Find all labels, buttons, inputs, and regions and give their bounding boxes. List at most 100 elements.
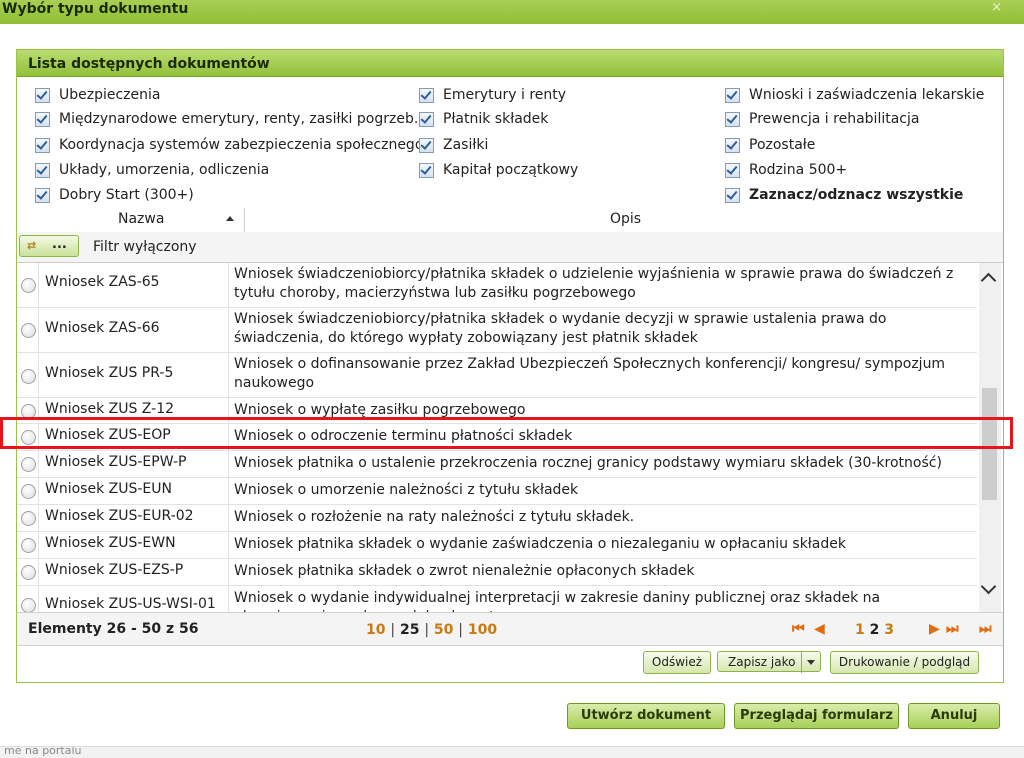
close-icon[interactable]: × <box>991 0 1002 15</box>
checkbox-checked-icon <box>419 111 434 127</box>
last-page-icon[interactable]: ⏭ <box>946 621 959 637</box>
table-column-headers: Nazwa Opis <box>38 208 998 233</box>
save-as-button[interactable]: Zapisz jako <box>717 651 821 673</box>
row-name: Wniosek ZUS-EZS-P <box>45 562 184 578</box>
row-name: Wniosek ZUS-EUN <box>45 481 172 497</box>
page-size-option[interactable]: 100 <box>468 622 497 638</box>
filter-ubezpieczenia[interactable]: Ubezpieczenia <box>35 87 161 103</box>
scroll-thumb[interactable] <box>982 388 997 500</box>
filter-label: Rodzina 500+ <box>749 162 848 178</box>
filter-prewencja[interactable]: Prewencja i rehabilitacja <box>725 111 919 127</box>
table-row[interactable]: Wniosek ZUS-EUR-02 Wniosek o rozłożenie … <box>17 505 977 532</box>
column-divider <box>244 208 245 232</box>
background-page-strip: me na portalu <box>0 746 1024 758</box>
pager-extra-icon[interactable]: ⏭ <box>979 621 992 637</box>
page-link[interactable]: 3 <box>884 622 894 638</box>
background-fragment: me na portalu <box>4 746 82 757</box>
row-desc: Wniosek płatnika o ustalenie przekroczen… <box>234 455 942 471</box>
checkbox-checked-icon <box>725 137 740 153</box>
table-vertical-scrollbar[interactable] <box>979 263 1001 612</box>
row-radio[interactable] <box>21 511 36 526</box>
refresh-button[interactable]: Odśwież <box>643 651 711 674</box>
print-preview-button[interactable]: Drukowanie / podgląd <box>830 651 979 674</box>
column-header-desc[interactable]: Opis <box>610 211 641 227</box>
row-radio[interactable] <box>21 430 36 445</box>
filter-emerytury[interactable]: Emerytury i renty <box>419 87 566 103</box>
row-radio[interactable] <box>21 598 36 612</box>
checkbox-checked-icon <box>725 162 740 178</box>
page-link[interactable]: 1 <box>855 622 865 638</box>
filter-label: Prewencja i rehabilitacja <box>749 111 920 127</box>
filter-label: Płatnik składek <box>443 111 549 127</box>
filter-button[interactable]: ⇄ ... <box>19 235 79 257</box>
scroll-up-icon[interactable] <box>980 272 997 289</box>
row-radio[interactable] <box>21 484 36 499</box>
row-name: Wniosek ZUS Z-12 <box>45 401 175 417</box>
filter-wnioski-lekarskie[interactable]: Wnioski i zaświadczenia lekarskie <box>725 87 984 103</box>
checkbox-checked-icon <box>35 137 50 153</box>
row-radio[interactable] <box>21 278 36 293</box>
row-name: Wniosek ZUS-US-WSI-01 <box>45 596 216 612</box>
row-name: Wniosek ZUS PR-5 <box>45 365 174 381</box>
save-as-label: Zapisz jako <box>728 655 796 669</box>
column-header-name[interactable]: Nazwa <box>118 211 164 227</box>
table-row[interactable]: Wniosek ZUS-EUN Wniosek o umorzenie nale… <box>17 478 977 505</box>
filter-kapital[interactable]: Kapitał początkowy <box>419 162 578 178</box>
document-table: Wniosek ZAS-65 Wniosek świadczeniobiorcy… <box>17 263 977 612</box>
row-radio[interactable] <box>21 457 36 472</box>
row-name: Wniosek ZUS-EUR-02 <box>45 508 194 524</box>
row-radio[interactable] <box>21 369 36 384</box>
prev-page-icon[interactable]: ◀ <box>814 621 825 637</box>
row-desc: Wniosek płatnika składek o wydanie zaświ… <box>234 536 846 552</box>
filter-zasilki[interactable]: Zasiłki <box>419 137 488 153</box>
table-row[interactable]: Wniosek ZUS-EZS-P Wniosek płatnika skład… <box>17 559 977 586</box>
filter-label: Wnioski i zaświadczenia lekarskie <box>749 87 985 103</box>
table-row[interactable]: Wniosek ZUS-EPW-P Wniosek płatnika o ust… <box>17 451 977 478</box>
chevron-down-icon[interactable] <box>801 652 820 673</box>
filter-platnik[interactable]: Płatnik składek <box>419 111 548 127</box>
table-row[interactable]: Wniosek ZUS-EWN Wniosek płatnika składek… <box>17 532 977 559</box>
filter-pozostale[interactable]: Pozostałe <box>725 137 815 153</box>
row-radio[interactable] <box>21 323 36 338</box>
filter-dobry-start[interactable]: Dobry Start (300+) <box>35 187 194 203</box>
row-desc: Wniosek płatnika składek o zwrot nienale… <box>234 563 695 579</box>
row-radio[interactable] <box>21 404 36 419</box>
row-name: Wniosek ZUS-EWN <box>45 535 176 551</box>
row-desc: Wniosek świadczeniobiorcy/płatnika skład… <box>234 266 954 301</box>
sort-ascending-icon <box>226 216 234 221</box>
table-row-selected-target[interactable]: Wniosek ZUS-EOP Wniosek o odroczenie ter… <box>17 424 977 451</box>
checkbox-checked-icon <box>419 162 434 178</box>
pager-footer: Elementy 26 - 50 z 56 10 | 25 | 50 | 100… <box>17 612 1003 646</box>
filter-miedzynarodowe[interactable]: Międzynarodowe emerytury, renty, zasiłki… <box>35 111 418 127</box>
filter-koordynacja[interactable]: Koordynacja systemów zabezpieczenia społ… <box>35 137 423 153</box>
filter-button-label: ... <box>52 237 67 252</box>
cancel-button[interactable]: Anuluj <box>908 703 1000 729</box>
browse-form-button[interactable]: Przeglądaj formularz <box>734 703 899 729</box>
table-row[interactable]: Wniosek ZAS-66 Wniosek świadczeniobiorcy… <box>17 308 977 353</box>
row-radio[interactable] <box>21 538 36 553</box>
table-row[interactable]: Wniosek ZUS Z-12 Wniosek o wypłatę zasił… <box>17 398 977 424</box>
table-row[interactable]: Wniosek ZAS-65 Wniosek świadczeniobiorcy… <box>17 263 977 308</box>
page-size-option[interactable]: 50 <box>434 622 453 638</box>
filter-bar: ⇄ ... Filtr wyłączony <box>17 232 1003 263</box>
row-name: Wniosek ZAS-65 <box>45 274 160 290</box>
page-size-option[interactable]: 10 <box>366 622 385 638</box>
create-document-button[interactable]: Utwórz dokument <box>567 703 725 729</box>
filter-uklady[interactable]: Układy, umorzenia, odliczenia <box>35 162 269 178</box>
table-row[interactable]: Wniosek ZUS PR-5 Wniosek o dofinansowani… <box>17 353 977 398</box>
filter-rodzina[interactable]: Rodzina 500+ <box>725 162 847 178</box>
filter-label: Układy, umorzenia, odliczenia <box>59 162 270 178</box>
page-size-selector: 10 | 25 | 50 | 100 <box>366 622 498 638</box>
row-radio[interactable] <box>21 565 36 580</box>
checkbox-checked-icon <box>725 87 740 103</box>
table-row[interactable]: Wniosek ZUS-US-WSI-01 Wniosek o wydanie … <box>17 586 977 612</box>
row-name: Wniosek ZUS-EPW-P <box>45 454 187 470</box>
checkbox-checked-icon <box>35 87 50 103</box>
next-page-icon[interactable]: ▶ <box>929 621 940 637</box>
filter-label: Ubezpieczenia <box>59 87 161 103</box>
first-page-icon[interactable]: ⏮ <box>792 621 805 637</box>
filter-select-all[interactable]: Zaznacz/odznacz wszystkie <box>725 187 963 203</box>
filter-icon: ⇄ <box>27 239 37 252</box>
scroll-down-icon[interactable] <box>980 578 997 595</box>
filter-label: Kapitał początkowy <box>443 162 579 178</box>
